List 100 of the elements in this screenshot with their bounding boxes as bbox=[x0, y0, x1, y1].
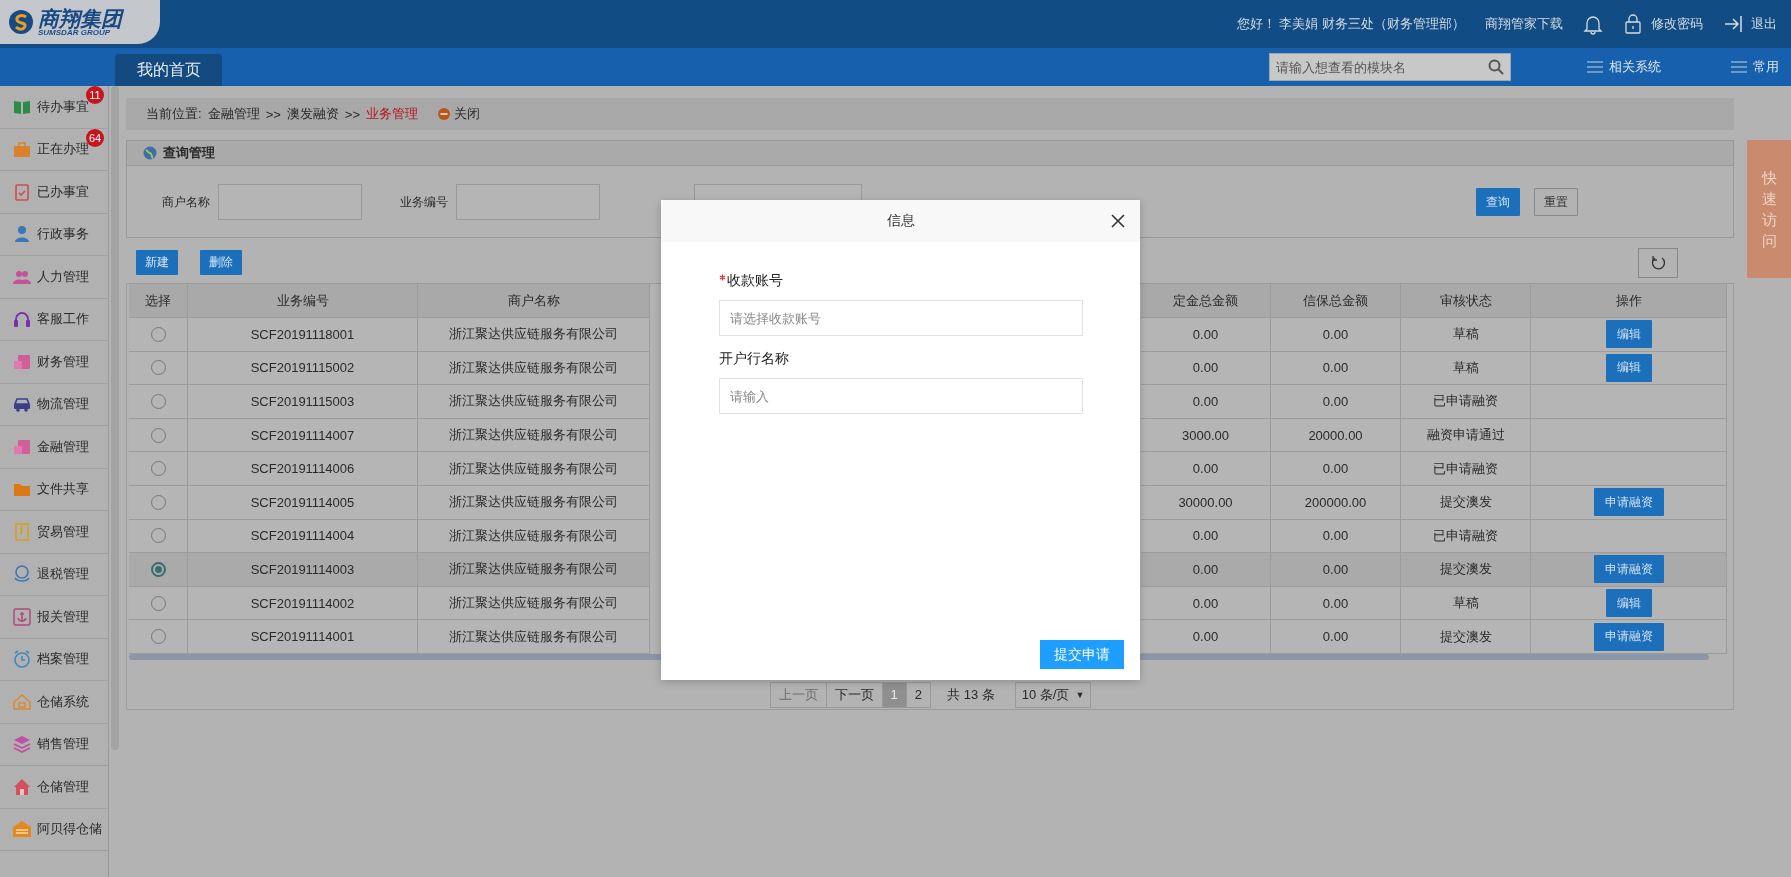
close-icon[interactable] bbox=[1110, 213, 1126, 229]
globe-icon bbox=[143, 146, 157, 160]
search-icon[interactable] bbox=[1488, 59, 1504, 75]
panel-title: 查询管理 bbox=[163, 144, 215, 162]
table-cell: 浙江聚达供应链服务有限公司 bbox=[418, 620, 650, 654]
table-cell: 已申请融资 bbox=[1401, 385, 1531, 419]
input-field[interactable] bbox=[456, 184, 600, 220]
required-icon bbox=[719, 274, 726, 281]
column-header: 信保总金额 bbox=[1271, 284, 1401, 318]
sidebar-item[interactable]: 正在办理 64 bbox=[0, 128, 108, 171]
nav-link[interactable]: 常用 bbox=[1753, 58, 1779, 76]
bag-icon bbox=[12, 139, 32, 160]
sidebar-item[interactable]: 阿贝得仓储 bbox=[0, 808, 108, 851]
headset-icon bbox=[12, 309, 32, 330]
anchor-icon bbox=[12, 606, 32, 627]
logout-icon[interactable] bbox=[1723, 13, 1743, 35]
table-cell: SCF20191115003 bbox=[188, 385, 418, 419]
table-cell: 0.00 bbox=[1271, 586, 1401, 621]
sidebar-item[interactable]: 档案管理 bbox=[0, 638, 108, 681]
input-field[interactable] bbox=[218, 184, 362, 220]
page-button[interactable]: 2 bbox=[905, 681, 932, 708]
table-cell: 0.00 bbox=[1141, 620, 1271, 654]
table-cell: 0.00 bbox=[1141, 385, 1271, 419]
table-cell: SCF20191114007 bbox=[188, 418, 418, 453]
close-link[interactable]: 关闭 bbox=[454, 105, 480, 123]
column-header: 定金总金额 bbox=[1141, 284, 1271, 318]
table-cell: 0.00 bbox=[1271, 385, 1401, 419]
table-cell: 提交澳发 bbox=[1401, 485, 1531, 520]
menu-icon[interactable] bbox=[1587, 61, 1603, 73]
table-cell: SCF20191114006 bbox=[188, 452, 418, 486]
refresh-button[interactable] bbox=[1638, 247, 1678, 278]
bell-icon[interactable] bbox=[1583, 13, 1603, 35]
coin-icon bbox=[12, 564, 32, 585]
action-button[interactable]: 编辑 bbox=[1605, 589, 1652, 618]
column-header: 业务编号 bbox=[188, 284, 418, 318]
sidebar-item[interactable]: 贸易管理 bbox=[0, 511, 108, 554]
menu-icon[interactable] bbox=[1731, 61, 1747, 73]
table-cell: 0.00 bbox=[1271, 318, 1401, 352]
table-cell: 草稿 bbox=[1401, 586, 1531, 621]
warehouse-icon bbox=[12, 819, 32, 840]
sidebar-item[interactable]: 客服工作 bbox=[0, 298, 108, 341]
next-page-button[interactable]: 下一页 bbox=[825, 681, 883, 708]
sidebar-item[interactable]: 仓储管理 bbox=[0, 766, 108, 809]
table-cell: 3000.00 bbox=[1141, 418, 1271, 453]
table-cell: SCF20191114001 bbox=[188, 620, 418, 654]
action-button[interactable]: 申请融资 bbox=[1593, 555, 1664, 584]
query-button[interactable]: 查询 bbox=[1476, 188, 1520, 216]
sidebar-item[interactable]: 销售管理 bbox=[0, 723, 108, 766]
sidebar-item[interactable]: 人力管理 bbox=[0, 256, 108, 299]
breadcrumb-item[interactable]: 金融管理 bbox=[207, 105, 260, 123]
sidebar-item[interactable]: 财务管理 bbox=[0, 341, 108, 384]
table-cell: 浙江聚达供应链服务有限公司 bbox=[418, 553, 650, 587]
sidebar-item[interactable]: 金融管理 bbox=[0, 426, 108, 469]
action-button[interactable]: 申请融资 bbox=[1593, 622, 1664, 651]
change-password-link[interactable]: 修改密码 bbox=[1651, 15, 1703, 33]
sidebar-item[interactable]: 文件共享 bbox=[0, 468, 108, 511]
home-tab[interactable]: 我的首页 bbox=[115, 54, 222, 86]
table-cell: 浙江聚达供应链服务有限公司 bbox=[418, 385, 650, 419]
table-cell: 0.00 bbox=[1141, 318, 1271, 352]
refresh-icon[interactable] bbox=[1650, 254, 1666, 271]
module-search-field[interactable]: 请输入想查看的模块名 bbox=[1269, 53, 1511, 81]
field-label: 收款账号 bbox=[719, 272, 1082, 290]
logo-icon bbox=[8, 9, 34, 35]
logo-name: 商翔集团 bbox=[38, 7, 122, 29]
sidebar-item[interactable]: 报关管理 bbox=[0, 596, 108, 639]
sidebar-item[interactable]: 已办事宜 bbox=[0, 171, 108, 214]
new-button[interactable]: 新建 bbox=[136, 250, 178, 275]
sidebar-item[interactable]: 物流管理 bbox=[0, 383, 108, 426]
table-cell: 0.00 bbox=[1141, 351, 1271, 386]
column-header: 商户名称 bbox=[418, 284, 650, 318]
action-button[interactable]: 编辑 bbox=[1605, 353, 1652, 382]
lock-icon[interactable] bbox=[1623, 13, 1643, 35]
scrollbar[interactable] bbox=[111, 86, 119, 750]
table-cell: 草稿 bbox=[1401, 318, 1531, 352]
sidebar-item[interactable]: 退税管理 bbox=[0, 553, 108, 596]
table-cell: 提交澳发 bbox=[1401, 620, 1531, 654]
action-button[interactable]: 申请融资 bbox=[1593, 488, 1664, 517]
nav-link[interactable]: 相关系统 bbox=[1609, 58, 1661, 76]
delete-button[interactable]: 删除 bbox=[200, 250, 242, 275]
sidebar-item[interactable]: 仓储系统 bbox=[0, 681, 108, 724]
table-cell: 浙江聚达供应链服务有限公司 bbox=[418, 485, 650, 520]
table-cell: SCF20191115002 bbox=[188, 351, 418, 386]
logout-link[interactable]: 退出 bbox=[1751, 15, 1777, 33]
sidebar-item[interactable]: 行政事务 bbox=[0, 213, 108, 256]
breadcrumb-separator: >> bbox=[344, 106, 360, 122]
sidebar-item[interactable]: 待办事宜 11 bbox=[0, 86, 108, 129]
reset-button[interactable]: 重置 bbox=[1534, 188, 1578, 216]
page-size-select[interactable]: 10 条/页 ▼ bbox=[1014, 681, 1092, 708]
download-link[interactable]: 商翔管家下载 bbox=[1485, 15, 1563, 33]
action-button[interactable]: 编辑 bbox=[1605, 320, 1652, 349]
breadcrumb-item[interactable]: 澳发融资 bbox=[286, 105, 339, 123]
row-radio[interactable] bbox=[150, 561, 166, 577]
table-cell: 200000.00 bbox=[1271, 485, 1401, 520]
table-cell: 融资申请通过 bbox=[1401, 418, 1531, 453]
table-cell: SCF20191114002 bbox=[188, 586, 418, 621]
field-label: 商户名称 bbox=[162, 193, 210, 211]
table-cell: 已申请融资 bbox=[1401, 519, 1531, 554]
table-cell: 0.00 bbox=[1141, 586, 1271, 621]
house-icon bbox=[12, 691, 32, 712]
table-cell: 已申请融资 bbox=[1401, 452, 1531, 486]
